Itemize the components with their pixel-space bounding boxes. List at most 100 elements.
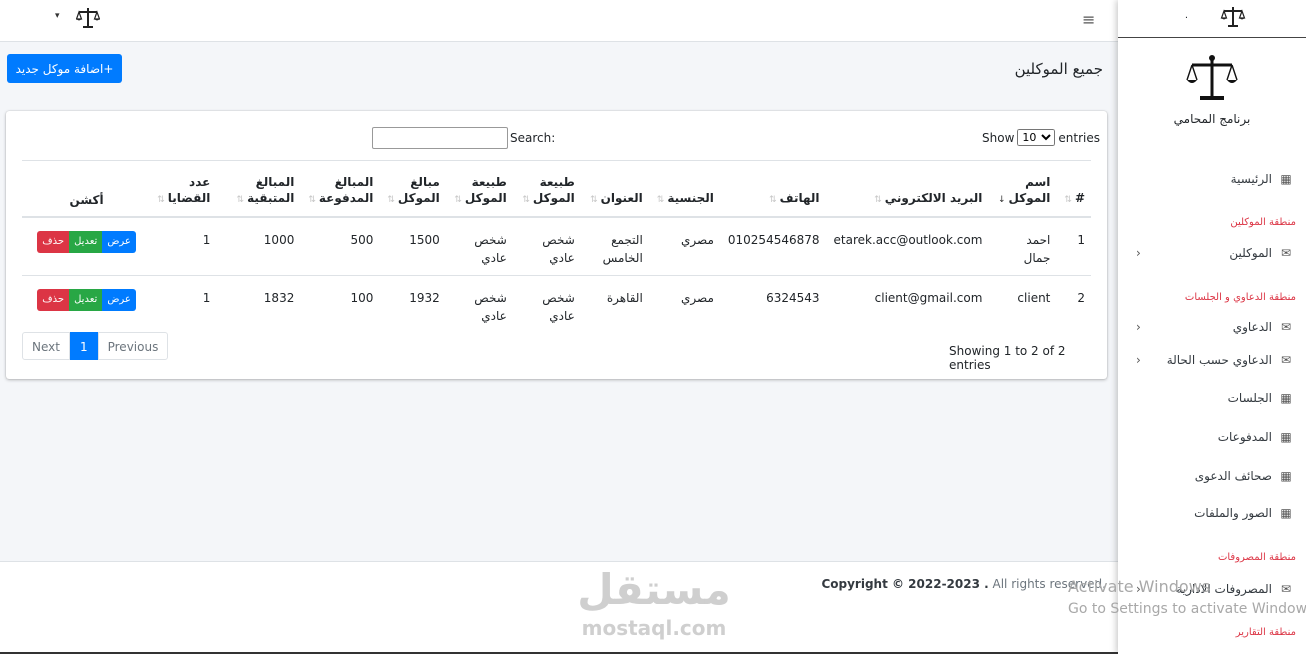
pagination-previous[interactable]: Previous [97, 332, 169, 360]
col-header-address[interactable]: العنوان⇅ [580, 160, 649, 218]
cell-client-nature: شخص عادي [512, 216, 581, 276]
cell-email: etarek.acc@outlook.com [825, 216, 989, 276]
entries-label: entries [1058, 130, 1100, 145]
top-navbar: ▾ ≡ [0, 0, 1118, 42]
table-icon: ▦ [1280, 430, 1292, 444]
mostaql-watermark: مستقل mostaql.com [577, 565, 731, 640]
view-client-button[interactable]: عرض [102, 288, 136, 311]
col-header-client-nature-2[interactable]: طبيعة الموكل⇅ [445, 160, 513, 218]
cell-cases-count: 1 [202, 290, 211, 305]
cell-remaining-amount: 1832 [263, 290, 295, 305]
chevron-left-icon: ‹ [1136, 353, 1141, 367]
show-label: Show [982, 130, 1015, 145]
sidebar-header-clients: منطقة الموكلين [1230, 217, 1296, 228]
envelope-icon: ✉ [1280, 320, 1292, 334]
table-icon: ▦ [1280, 506, 1292, 520]
col-header-number[interactable]: #⇅ [1056, 160, 1091, 218]
cell-actions: عرض تعديل حذف [22, 216, 150, 276]
cell-nationality: مصري [681, 290, 714, 305]
clients-card: Show 10 entries Search: #⇅ اسم الموكل↓ ا… [6, 111, 1107, 379]
col-header-remaining-amount[interactable]: المبالغ المتبقية⇅ [216, 160, 301, 218]
table-header-row: #⇅ اسم الموكل↓ البريد الالكتروني⇅ الهاتف… [22, 160, 1091, 218]
cell-email: client@gmail.com [874, 290, 983, 305]
cell-paid-amount: 100 [350, 290, 374, 305]
edit-client-button[interactable]: تعديل [69, 288, 103, 311]
table-icon: ▦ [1280, 172, 1292, 186]
sidebar-item-sessions[interactable]: ▦ الجلسات [1126, 387, 1298, 409]
envelope-icon: ✉ [1280, 246, 1292, 260]
table-row: 1 احمد جمال etarek.acc@outlook.com 01025… [22, 216, 1091, 276]
table-row: 2 client client@gmail.com 6324543 مصري ا… [22, 275, 1091, 333]
cell-client-amount: 1500 [379, 216, 446, 276]
scales-logo-icon[interactable] [76, 6, 100, 30]
view-client-button[interactable]: عرض [102, 230, 136, 253]
windows-activation-overlay: Activate Windows Go to Settings to activ… [1068, 577, 1306, 617]
cell-remaining-amount: 1000 [216, 216, 301, 276]
search-control: Search: [372, 127, 555, 149]
col-header-paid-amount[interactable]: المبالغ المدفوعة⇅ [300, 160, 380, 218]
copyright-text: Copyright © 2022-2023 . All rights reser… [821, 577, 1106, 591]
page-length-control: Show 10 entries [982, 129, 1100, 146]
sidebar-header-cases: منطقة الدعاوي و الجلسات [1184, 292, 1296, 303]
cell-client-amount: 1932 [409, 290, 440, 305]
app-name: برنامج المحامي [1173, 112, 1251, 126]
cell-number: 1 [1056, 216, 1091, 276]
sidebar-item-payments[interactable]: ▦ المدفوعات [1126, 426, 1298, 448]
col-header-nationality[interactable]: الجنسية⇅ [648, 160, 720, 218]
scales-logo-icon [1220, 7, 1246, 27]
col-header-cases-count[interactable]: عدد القضايا⇅ [149, 160, 217, 218]
add-client-button[interactable]: +اضافة موكل جديد [7, 54, 122, 83]
sidebar-item-files[interactable]: ▦ الصور والملفات [1126, 502, 1298, 524]
cell-nationality: مصري [648, 216, 720, 276]
chevron-left-icon: ‹ [1136, 246, 1141, 260]
menu-toggle-icon[interactable]: ≡ [1082, 10, 1095, 29]
cell-address: القاهرة [606, 290, 643, 305]
table-icon: ▦ [1280, 469, 1292, 483]
clients-table: #⇅ اسم الموكل↓ البريد الالكتروني⇅ الهاتف… [22, 160, 1091, 333]
cell-client-nature: شخص عادي [542, 290, 575, 323]
table-icon: ▦ [1280, 391, 1292, 405]
cell-client-name: احمد جمال [988, 216, 1057, 276]
sidebar-header-expenses: منطقة المصروفات [1217, 552, 1296, 563]
edit-client-button[interactable]: تعديل [69, 230, 103, 253]
user-dropdown-caret-icon[interactable]: ▾ [55, 11, 60, 21]
pagination: Next 1 Previous [22, 332, 169, 360]
cell-actions: عرض تعديل حذف [22, 275, 149, 333]
page-length-select[interactable]: 10 [1017, 129, 1056, 146]
sidebar-brand[interactable]: . [1118, 0, 1306, 38]
chevron-left-icon: ‹ [1136, 320, 1141, 334]
cell-number: 2 [1077, 290, 1085, 305]
sidebar-item-pleadings[interactable]: ▦ صحائف الدعوى [1126, 465, 1298, 487]
col-header-client-name[interactable]: اسم الموكل↓ [988, 160, 1057, 218]
delete-client-button[interactable]: حذف [37, 288, 70, 311]
col-header-email[interactable]: البريد الالكتروني⇅ [825, 160, 989, 218]
cell-paid-amount: 500 [300, 216, 380, 276]
sidebar: . برنامج المحامي ▦ الرئيسية منطقة الموكلي… [1118, 0, 1306, 654]
sidebar-item-cases-by-status[interactable]: ✉ الدعاوي حسب الحالة ‹ [1126, 349, 1298, 371]
search-input[interactable] [372, 127, 508, 149]
cell-address: التجمع الخامس [580, 216, 649, 276]
table-info: Showing 1 to 2 of 2 entries [949, 344, 1066, 372]
cell-cases-count: 1 [149, 216, 217, 276]
cell-client-nature-2: شخص عادي [474, 290, 507, 323]
cell-phone: 6324543 [766, 290, 820, 305]
cell-client-name: client [1017, 290, 1051, 305]
sidebar-item-clients[interactable]: ✉ الموكلين ‹ [1126, 242, 1298, 264]
cell-phone: 010254546878 [719, 216, 826, 276]
delete-client-button[interactable]: حذف [37, 230, 70, 253]
pagination-next[interactable]: Next [22, 332, 70, 360]
sidebar-header-reports: منطقة التقارير [1235, 627, 1296, 638]
cell-client-nature-2: شخص عادي [445, 216, 513, 276]
search-label: Search: [510, 131, 556, 145]
col-header-actions: أكشن [22, 160, 150, 218]
sidebar-item-cases[interactable]: ✉ الدعاوي ‹ [1126, 316, 1298, 338]
col-header-phone[interactable]: الهاتف⇅ [719, 160, 826, 218]
sidebar-item-home[interactable]: ▦ الرئيسية [1126, 168, 1298, 190]
envelope-icon: ✉ [1280, 353, 1292, 367]
scales-of-justice-icon [1186, 55, 1238, 100]
footer: Copyright © 2022-2023 . All rights reser… [0, 561, 1118, 654]
page-title: جميع الموكلين [1014, 60, 1103, 78]
col-header-client-amount[interactable]: مبالغ الموكل⇅ [379, 160, 446, 218]
col-header-client-nature[interactable]: طبيعة الموكل⇅ [512, 160, 581, 218]
pagination-page-1[interactable]: 1 [69, 332, 98, 360]
